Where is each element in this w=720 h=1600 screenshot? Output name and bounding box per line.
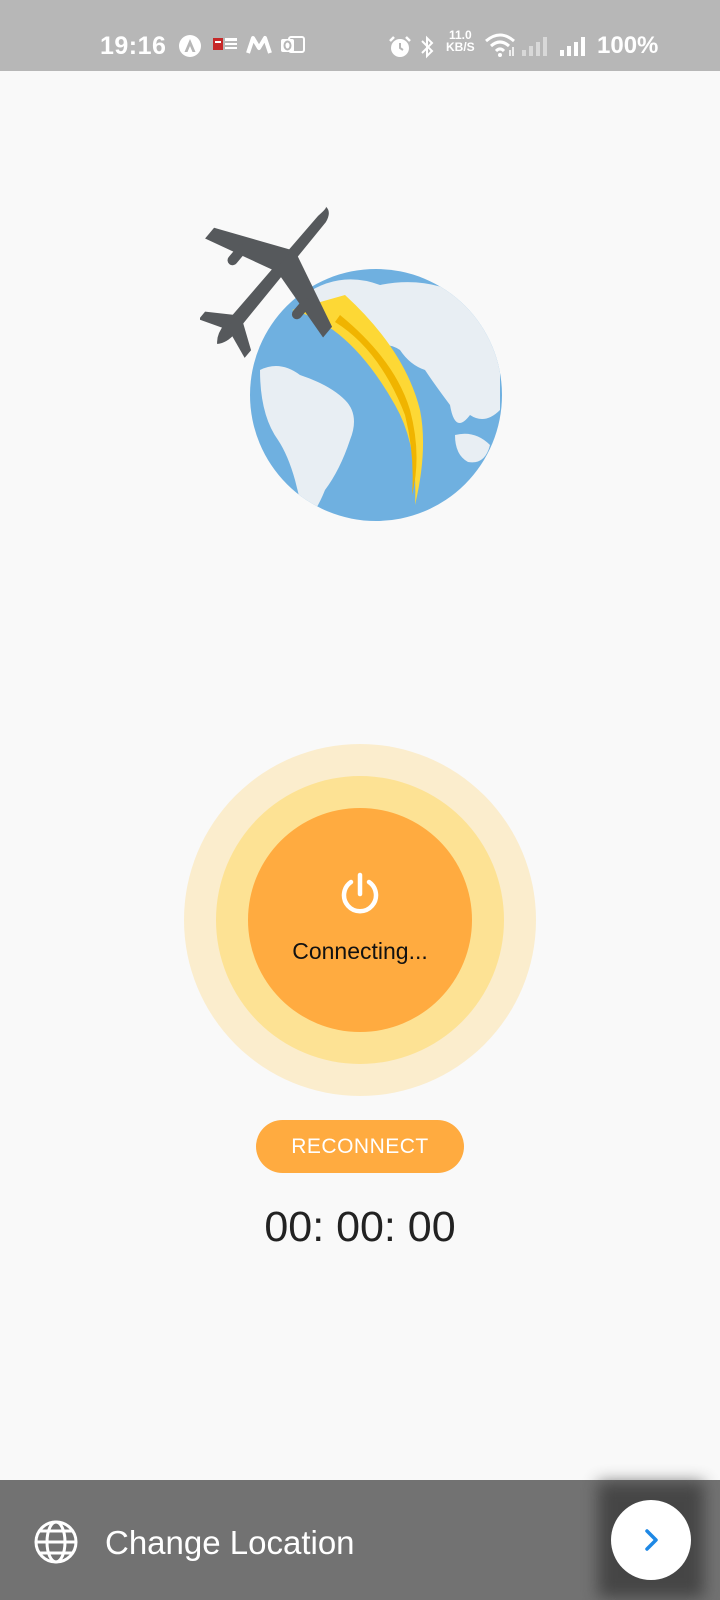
connection-timer: 00: 00: 00 [264, 1203, 456, 1251]
wifi-icon [485, 33, 515, 57]
power-icon [341, 872, 379, 914]
next-location-button[interactable] [611, 1500, 691, 1580]
signal-icon [522, 37, 547, 56]
status-bar: 19:16 11.0 KB/S 100% [0, 0, 720, 71]
network-speed-unit: KB/S [446, 40, 475, 54]
news-icon [213, 38, 237, 50]
alarm-icon [389, 36, 411, 57]
change-location-label: Change Location [105, 1524, 355, 1561]
airplane-globe-illustration [200, 206, 502, 521]
signal-icon [560, 37, 585, 56]
connect-button[interactable]: Connecting... [248, 808, 472, 1032]
outlook-icon [281, 36, 305, 53]
reconnect-button[interactable]: RECONNECT [256, 1120, 464, 1173]
globe-icon [34, 1520, 78, 1564]
battery-level: 100% [597, 32, 659, 59]
bluetooth-icon [421, 35, 434, 59]
chevron-right-icon [645, 1529, 658, 1551]
connection-status: Connecting... [292, 938, 428, 964]
status-time: 19:16 [100, 32, 167, 60]
network-speed: 11.0 KB/S [446, 29, 475, 53]
arcore-icon [179, 35, 201, 57]
change-location-bar[interactable]: Change Location [0, 1480, 720, 1600]
m-icon [246, 36, 272, 54]
